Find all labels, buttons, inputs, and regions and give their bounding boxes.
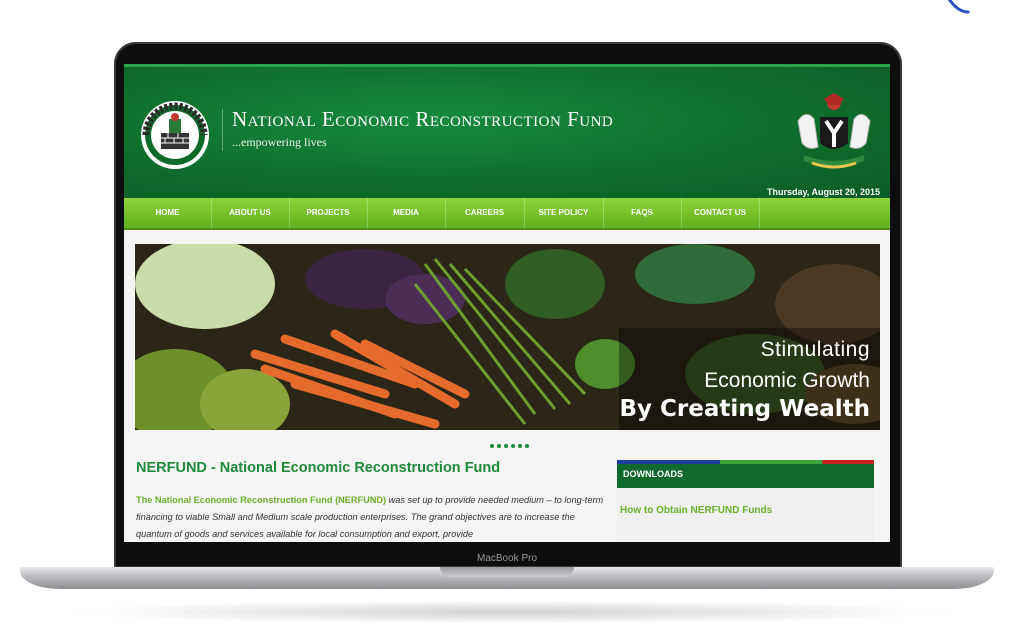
slider-dot[interactable] <box>525 444 529 448</box>
main-nav: HOME ABOUT US PROJECTS MEDIA CAREERS SIT… <box>124 198 890 230</box>
nerfund-logo[interactable] <box>134 97 216 173</box>
download-link-how-to-obtain-funds[interactable]: How to Obtain NERFUND Funds <box>620 505 772 516</box>
site-header: National Economic Reconstruction Fund ..… <box>124 64 890 201</box>
slide-caption-line2: Economic Growth <box>704 369 870 392</box>
slider-dot[interactable] <box>497 444 501 448</box>
site-tagline: ...empowering lives <box>232 135 327 149</box>
coat-of-arms-icon <box>797 93 871 169</box>
site-title: National Economic Reconstruction Fund <box>232 107 613 132</box>
hero-slider[interactable]: Stimulating Economic Growth By Creating … <box>135 244 880 430</box>
laptop-notch <box>440 567 574 577</box>
corner-arc-decoration <box>947 0 970 14</box>
main-heading: NERFUND - National Economic Reconstructi… <box>136 460 501 476</box>
nav-media[interactable]: MEDIA <box>367 198 446 228</box>
slider-dot[interactable] <box>518 444 522 448</box>
header-divider <box>222 109 223 151</box>
slider-pagination <box>490 435 532 448</box>
site-title-text: National Economic Reconstruction Fund <box>232 107 614 131</box>
intro-paragraph: The National Economic Reconstruction Fun… <box>136 492 606 542</box>
nav-projects[interactable]: PROJECTS <box>289 198 368 228</box>
current-date: Thursday, August 20, 2015 <box>766 187 880 197</box>
nav-faqs[interactable]: FAQS <box>603 198 682 228</box>
laptop-shadow <box>60 600 960 624</box>
downloads-heading: DOWNLOADS <box>617 464 874 488</box>
slider-dot[interactable] <box>490 444 494 448</box>
nav-careers[interactable]: CAREERS <box>445 198 525 228</box>
nav-about-us[interactable]: ABOUT US <box>211 198 290 228</box>
nav-home[interactable]: HOME <box>124 198 212 228</box>
slide-caption-line3: By Creating Wealth <box>619 396 870 422</box>
laptop-screen: National Economic Reconstruction Fund ..… <box>124 64 890 542</box>
slider-dot[interactable] <box>511 444 515 448</box>
slider-dot[interactable] <box>504 444 508 448</box>
nav-site-policy[interactable]: SITE POLICY <box>524 198 604 228</box>
slide-caption-line1: Stimulating <box>760 338 870 361</box>
laptop-model-label: MacBook Pro <box>476 553 538 564</box>
nav-contact-us[interactable]: CONTACT US <box>681 198 760 228</box>
intro-lead[interactable]: The National Economic Reconstruction Fun… <box>136 495 386 505</box>
